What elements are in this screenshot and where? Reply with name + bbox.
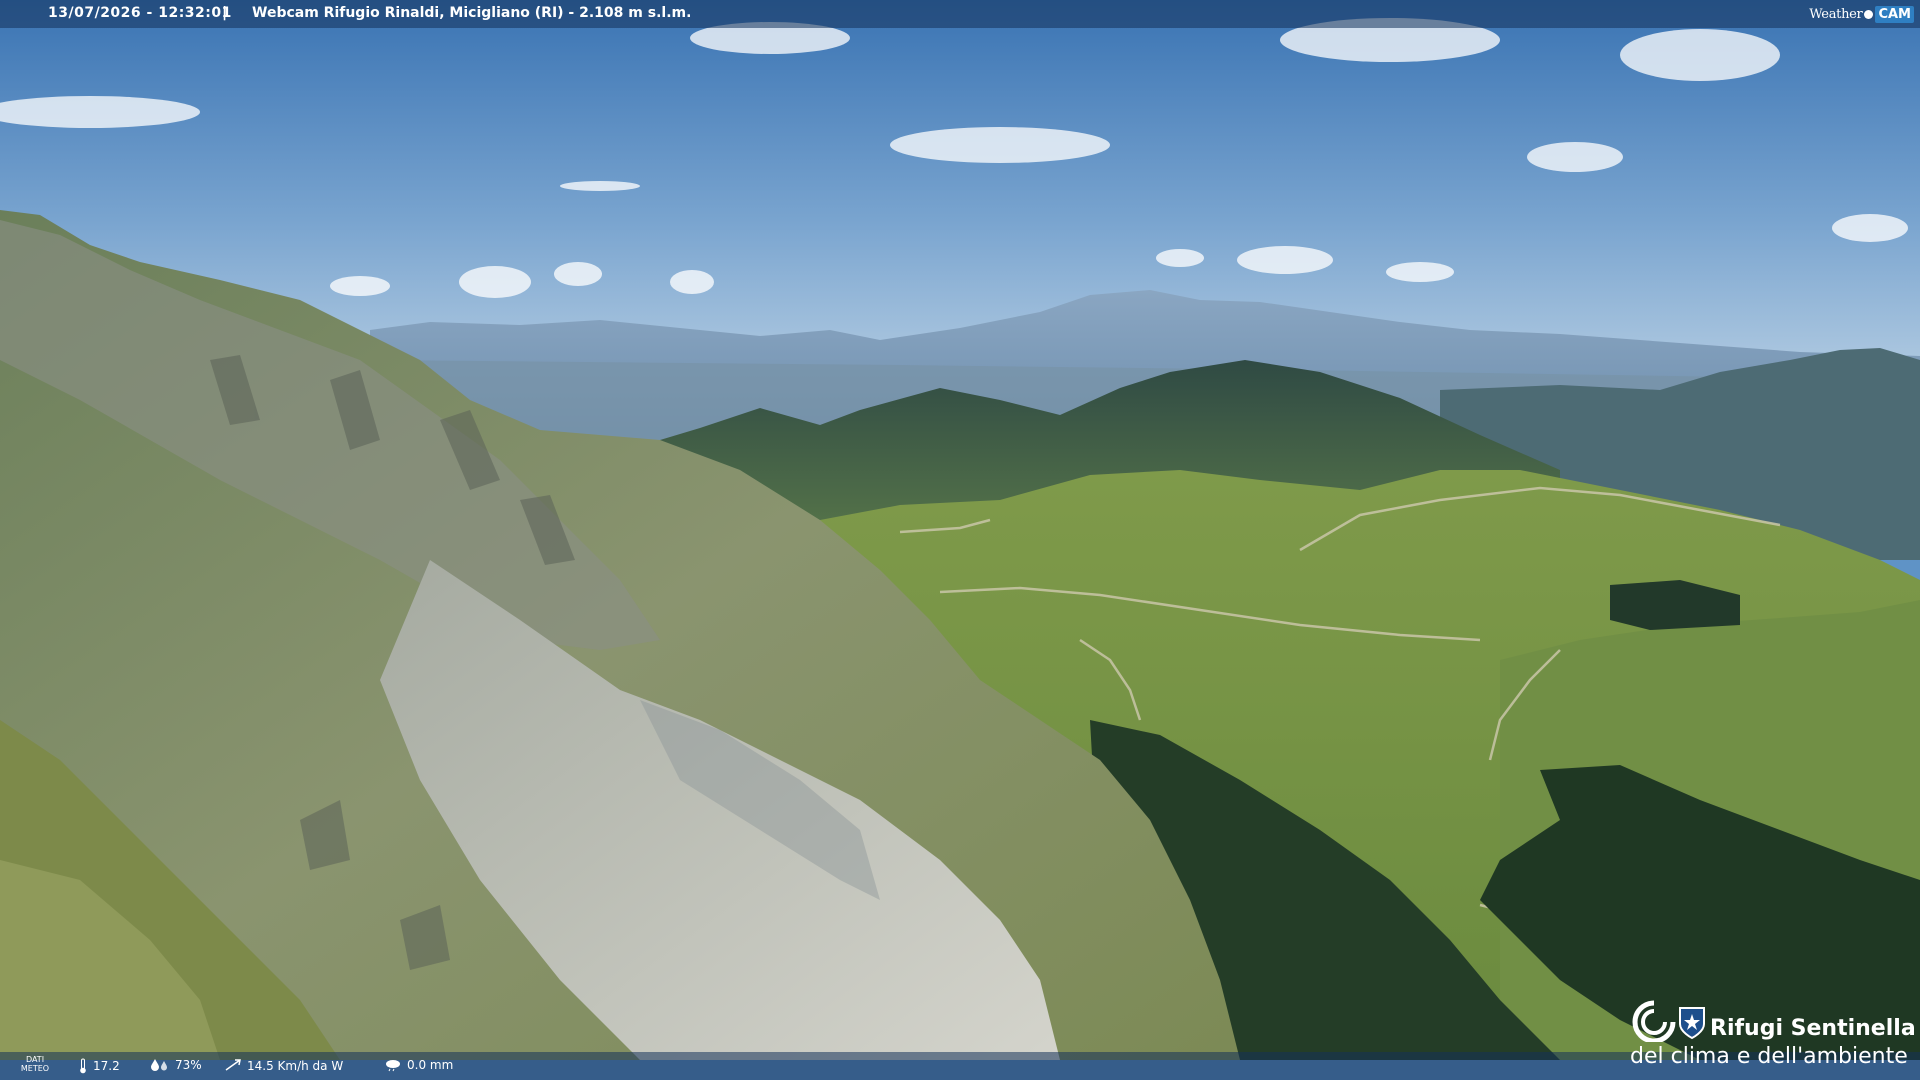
logo-dot-icon xyxy=(1864,9,1874,19)
thermometer-icon xyxy=(80,1058,86,1074)
timestamp: 13/07/2026 - 12:32:01 xyxy=(48,5,232,21)
weathercam-logo: Weather CAM xyxy=(1809,3,1914,25)
humidity-reading: 73% xyxy=(150,1058,202,1072)
mountain-landscape xyxy=(0,0,1920,1060)
top-info-bar: 13/07/2026 - 12:32:01 | Webcam Rifugio R… xyxy=(0,0,1920,28)
logo-weather-text: Weather xyxy=(1809,6,1863,22)
wind-value: 14.5 Km/h da W xyxy=(247,1059,344,1073)
rifugi-sentinella-brand: Rifugi Sentinella del clima e dell'ambie… xyxy=(1628,1000,1918,1072)
temperature-reading: 17.2 xyxy=(78,1058,120,1074)
temperature-value: 17.2 xyxy=(93,1059,120,1073)
meteo-label-line2: METEO xyxy=(20,1064,50,1073)
shield-icon xyxy=(1679,1007,1705,1040)
humidity-value: 73% xyxy=(175,1058,202,1072)
meteo-label: DATI METEO xyxy=(20,1055,50,1073)
webcam-title: Webcam Rifugio Rinaldi, Micigliano (RI) … xyxy=(252,5,692,21)
separator: | xyxy=(222,5,228,21)
meteo-label-line1: DATI xyxy=(25,1055,45,1064)
logo-cam-text: CAM xyxy=(1875,5,1914,23)
rain-reading: 0.0 mm xyxy=(384,1058,453,1072)
wind-reading: 14.5 Km/h da W xyxy=(224,1058,343,1074)
wind-icon xyxy=(225,1059,241,1071)
rain-value: 0.0 mm xyxy=(407,1058,454,1072)
brand-line1: Rifugi Sentinella xyxy=(1710,1016,1916,1041)
cai-emblem-icon xyxy=(1632,1000,1676,1042)
rain-icon xyxy=(386,1060,400,1072)
humidity-icon xyxy=(151,1059,167,1071)
brand-line2: del clima e dell'ambiente xyxy=(1630,1044,1908,1069)
